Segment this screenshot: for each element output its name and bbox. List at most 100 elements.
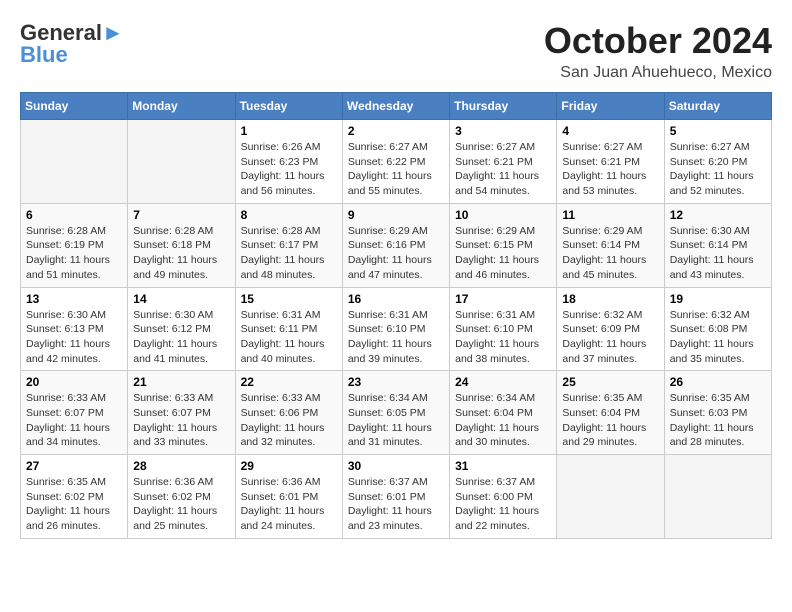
calendar-cell: 15 Sunrise: 6:31 AM Sunset: 6:11 PM Dayli… bbox=[235, 287, 342, 371]
day-header-wednesday: Wednesday bbox=[342, 93, 449, 120]
day-number: 28 bbox=[133, 459, 229, 473]
calendar-cell: 1 Sunrise: 6:26 AM Sunset: 6:23 PM Daylig… bbox=[235, 120, 342, 204]
day-info: Sunrise: 6:37 AM Sunset: 6:01 PM Dayligh… bbox=[348, 475, 444, 534]
calendar-table: SundayMondayTuesdayWednesdayThursdayFrid… bbox=[20, 92, 772, 539]
calendar-cell bbox=[664, 455, 771, 539]
day-info: Sunrise: 6:31 AM Sunset: 6:10 PM Dayligh… bbox=[455, 308, 551, 367]
calendar-week-row: 13 Sunrise: 6:30 AM Sunset: 6:13 PM Dayli… bbox=[21, 287, 772, 371]
day-number: 4 bbox=[562, 124, 658, 138]
calendar-header-row: SundayMondayTuesdayWednesdayThursdayFrid… bbox=[21, 93, 772, 120]
calendar-cell: 31 Sunrise: 6:37 AM Sunset: 6:00 PM Dayli… bbox=[450, 455, 557, 539]
day-info: Sunrise: 6:29 AM Sunset: 6:14 PM Dayligh… bbox=[562, 224, 658, 283]
day-number: 29 bbox=[241, 459, 337, 473]
day-info: Sunrise: 6:36 AM Sunset: 6:02 PM Dayligh… bbox=[133, 475, 229, 534]
day-number: 26 bbox=[670, 375, 766, 389]
day-info: Sunrise: 6:34 AM Sunset: 6:05 PM Dayligh… bbox=[348, 391, 444, 450]
month-title: October 2024 bbox=[544, 20, 772, 62]
day-info: Sunrise: 6:35 AM Sunset: 6:02 PM Dayligh… bbox=[26, 475, 122, 534]
day-info: Sunrise: 6:37 AM Sunset: 6:00 PM Dayligh… bbox=[455, 475, 551, 534]
calendar-cell: 21 Sunrise: 6:33 AM Sunset: 6:07 PM Dayli… bbox=[128, 371, 235, 455]
calendar-cell: 22 Sunrise: 6:33 AM Sunset: 6:06 PM Dayli… bbox=[235, 371, 342, 455]
location-title: San Juan Ahuehueco, Mexico bbox=[544, 64, 772, 82]
day-info: Sunrise: 6:27 AM Sunset: 6:21 PM Dayligh… bbox=[455, 140, 551, 199]
day-number: 27 bbox=[26, 459, 122, 473]
calendar-cell: 11 Sunrise: 6:29 AM Sunset: 6:14 PM Dayli… bbox=[557, 203, 664, 287]
day-number: 14 bbox=[133, 292, 229, 306]
day-number: 3 bbox=[455, 124, 551, 138]
calendar-cell: 28 Sunrise: 6:36 AM Sunset: 6:02 PM Dayli… bbox=[128, 455, 235, 539]
day-info: Sunrise: 6:27 AM Sunset: 6:21 PM Dayligh… bbox=[562, 140, 658, 199]
day-info: Sunrise: 6:29 AM Sunset: 6:15 PM Dayligh… bbox=[455, 224, 551, 283]
day-number: 24 bbox=[455, 375, 551, 389]
day-info: Sunrise: 6:33 AM Sunset: 6:07 PM Dayligh… bbox=[26, 391, 122, 450]
calendar-cell: 24 Sunrise: 6:34 AM Sunset: 6:04 PM Dayli… bbox=[450, 371, 557, 455]
day-number: 11 bbox=[562, 208, 658, 222]
day-info: Sunrise: 6:26 AM Sunset: 6:23 PM Dayligh… bbox=[241, 140, 337, 199]
day-info: Sunrise: 6:33 AM Sunset: 6:07 PM Dayligh… bbox=[133, 391, 229, 450]
calendar-cell: 4 Sunrise: 6:27 AM Sunset: 6:21 PM Daylig… bbox=[557, 120, 664, 204]
day-info: Sunrise: 6:27 AM Sunset: 6:22 PM Dayligh… bbox=[348, 140, 444, 199]
day-info: Sunrise: 6:28 AM Sunset: 6:17 PM Dayligh… bbox=[241, 224, 337, 283]
day-info: Sunrise: 6:32 AM Sunset: 6:09 PM Dayligh… bbox=[562, 308, 658, 367]
calendar-cell: 19 Sunrise: 6:32 AM Sunset: 6:08 PM Dayli… bbox=[664, 287, 771, 371]
calendar-cell: 17 Sunrise: 6:31 AM Sunset: 6:10 PM Dayli… bbox=[450, 287, 557, 371]
day-number: 5 bbox=[670, 124, 766, 138]
calendar-cell: 14Sunrise: 6:30 AM Sunset: 6:12 PM Dayli… bbox=[128, 287, 235, 371]
calendar-week-row: 6Sunrise: 6:28 AM Sunset: 6:19 PM Daylig… bbox=[21, 203, 772, 287]
calendar-cell: 16 Sunrise: 6:31 AM Sunset: 6:10 PM Dayli… bbox=[342, 287, 449, 371]
day-header-tuesday: Tuesday bbox=[235, 93, 342, 120]
calendar-week-row: 1 Sunrise: 6:26 AM Sunset: 6:23 PM Daylig… bbox=[21, 120, 772, 204]
calendar-cell: 3 Sunrise: 6:27 AM Sunset: 6:21 PM Daylig… bbox=[450, 120, 557, 204]
calendar-cell: 12 Sunrise: 6:30 AM Sunset: 6:14 PM Dayli… bbox=[664, 203, 771, 287]
day-info: Sunrise: 6:30 AM Sunset: 6:14 PM Dayligh… bbox=[670, 224, 766, 283]
day-info: Sunrise: 6:34 AM Sunset: 6:04 PM Dayligh… bbox=[455, 391, 551, 450]
calendar-cell: 9Sunrise: 6:29 AM Sunset: 6:16 PM Daylig… bbox=[342, 203, 449, 287]
day-number: 17 bbox=[455, 292, 551, 306]
day-number: 10 bbox=[455, 208, 551, 222]
day-info: Sunrise: 6:36 AM Sunset: 6:01 PM Dayligh… bbox=[241, 475, 337, 534]
calendar-cell: 2 Sunrise: 6:27 AM Sunset: 6:22 PM Daylig… bbox=[342, 120, 449, 204]
day-number: 16 bbox=[348, 292, 444, 306]
day-number: 6 bbox=[26, 208, 122, 222]
day-header-monday: Monday bbox=[128, 93, 235, 120]
calendar-cell: 10 Sunrise: 6:29 AM Sunset: 6:15 PM Dayli… bbox=[450, 203, 557, 287]
calendar-cell: 23Sunrise: 6:34 AM Sunset: 6:05 PM Dayli… bbox=[342, 371, 449, 455]
day-number: 21 bbox=[133, 375, 229, 389]
day-number: 2 bbox=[348, 124, 444, 138]
day-info: Sunrise: 6:31 AM Sunset: 6:10 PM Dayligh… bbox=[348, 308, 444, 367]
day-number: 19 bbox=[670, 292, 766, 306]
calendar-cell bbox=[21, 120, 128, 204]
day-number: 20 bbox=[26, 375, 122, 389]
day-header-sunday: Sunday bbox=[21, 93, 128, 120]
calendar-cell: 30 Sunrise: 6:37 AM Sunset: 6:01 PM Dayli… bbox=[342, 455, 449, 539]
day-info: Sunrise: 6:28 AM Sunset: 6:18 PM Dayligh… bbox=[133, 224, 229, 283]
calendar-cell: 5Sunrise: 6:27 AM Sunset: 6:20 PM Daylig… bbox=[664, 120, 771, 204]
day-number: 15 bbox=[241, 292, 337, 306]
title-area: October 2024 San Juan Ahuehueco, Mexico bbox=[544, 20, 772, 82]
calendar-cell: 7 Sunrise: 6:28 AM Sunset: 6:18 PM Daylig… bbox=[128, 203, 235, 287]
calendar-cell: 25 Sunrise: 6:35 AM Sunset: 6:04 PM Dayli… bbox=[557, 371, 664, 455]
calendar-cell: 18Sunrise: 6:32 AM Sunset: 6:09 PM Dayli… bbox=[557, 287, 664, 371]
calendar-cell: 8Sunrise: 6:28 AM Sunset: 6:17 PM Daylig… bbox=[235, 203, 342, 287]
day-header-thursday: Thursday bbox=[450, 93, 557, 120]
day-header-saturday: Saturday bbox=[664, 93, 771, 120]
day-number: 30 bbox=[348, 459, 444, 473]
calendar-cell: 6Sunrise: 6:28 AM Sunset: 6:19 PM Daylig… bbox=[21, 203, 128, 287]
day-number: 7 bbox=[133, 208, 229, 222]
day-info: Sunrise: 6:33 AM Sunset: 6:06 PM Dayligh… bbox=[241, 391, 337, 450]
calendar-cell: 27 Sunrise: 6:35 AM Sunset: 6:02 PM Dayli… bbox=[21, 455, 128, 539]
calendar-cell: 13 Sunrise: 6:30 AM Sunset: 6:13 PM Dayli… bbox=[21, 287, 128, 371]
day-info: Sunrise: 6:30 AM Sunset: 6:13 PM Dayligh… bbox=[26, 308, 122, 367]
calendar-cell bbox=[128, 120, 235, 204]
day-number: 13 bbox=[26, 292, 122, 306]
day-number: 1 bbox=[241, 124, 337, 138]
day-number: 25 bbox=[562, 375, 658, 389]
day-number: 22 bbox=[241, 375, 337, 389]
day-info: Sunrise: 6:35 AM Sunset: 6:04 PM Dayligh… bbox=[562, 391, 658, 450]
logo-subtext: Blue bbox=[20, 42, 68, 68]
calendar-week-row: 27 Sunrise: 6:35 AM Sunset: 6:02 PM Dayli… bbox=[21, 455, 772, 539]
day-info: Sunrise: 6:31 AM Sunset: 6:11 PM Dayligh… bbox=[241, 308, 337, 367]
day-number: 31 bbox=[455, 459, 551, 473]
day-info: Sunrise: 6:32 AM Sunset: 6:08 PM Dayligh… bbox=[670, 308, 766, 367]
day-number: 12 bbox=[670, 208, 766, 222]
